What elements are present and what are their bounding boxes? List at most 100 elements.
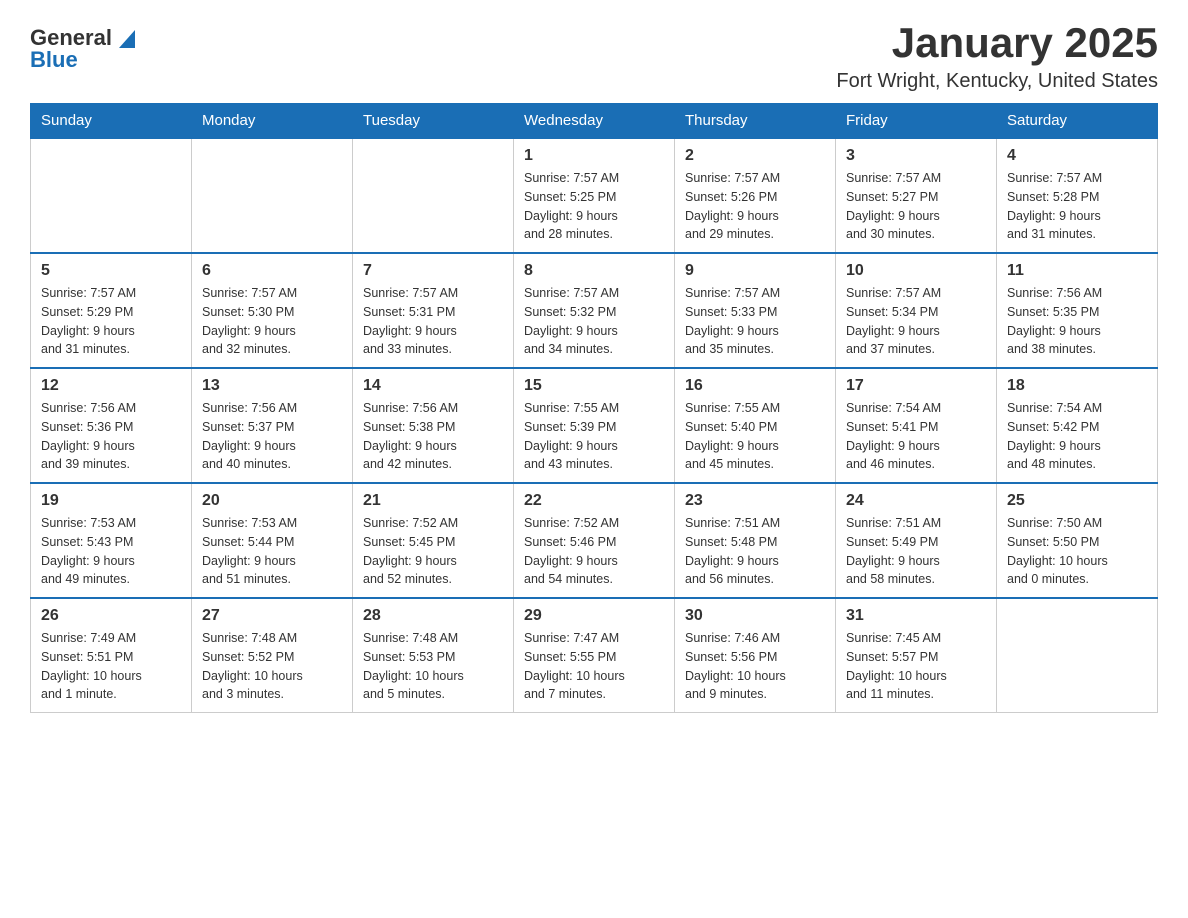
weekday-header: Sunday bbox=[31, 104, 192, 139]
calendar-cell: 15Sunrise: 7:55 AM Sunset: 5:39 PM Dayli… bbox=[514, 368, 675, 483]
calendar-cell: 22 Sunrise: 7:52 AM Sunset: 5:46 PM Dayli… bbox=[514, 483, 675, 598]
day-info: Sunrise: 7:54 AM Sunset: 5:41 PM Dayligh… bbox=[846, 399, 986, 474]
calendar-cell: 6 Sunrise: 7:57 AM Sunset: 5:30 PM Daylig… bbox=[192, 253, 353, 368]
weekday-header: Saturday bbox=[997, 104, 1158, 139]
calendar-week-row: 1 Sunrise: 7:57 AM Sunset: 5:25 PM Daylig… bbox=[31, 138, 1158, 253]
day-info: Sunrise: 7:52 AM Sunset: 5:45 PM Dayligh… bbox=[363, 514, 503, 589]
calendar-cell: 5Sunrise: 7:57 AM Sunset: 5:29 PM Daylig… bbox=[31, 253, 192, 368]
day-number: 12 bbox=[41, 377, 181, 395]
calendar-cell: 17 Sunrise: 7:54 AM Sunset: 5:41 PM Dayli… bbox=[836, 368, 997, 483]
calendar-week-row: 5Sunrise: 7:57 AM Sunset: 5:29 PM Daylig… bbox=[31, 253, 1158, 368]
weekday-header: Tuesday bbox=[353, 104, 514, 139]
calendar-cell bbox=[31, 138, 192, 253]
calendar-cell: 25Sunrise: 7:50 AM Sunset: 5:50 PM Dayli… bbox=[997, 483, 1158, 598]
calendar-cell: 31 Sunrise: 7:45 AM Sunset: 5:57 PM Dayli… bbox=[836, 598, 997, 713]
calendar-cell: 10Sunrise: 7:57 AM Sunset: 5:34 PM Dayli… bbox=[836, 253, 997, 368]
day-info: Sunrise: 7:57 AM Sunset: 5:26 PM Dayligh… bbox=[685, 169, 825, 244]
day-info: Sunrise: 7:57 AM Sunset: 5:33 PM Dayligh… bbox=[685, 284, 825, 359]
day-number: 14 bbox=[363, 377, 503, 395]
day-info: Sunrise: 7:56 AM Sunset: 5:35 PM Dayligh… bbox=[1007, 284, 1147, 359]
day-number: 21 bbox=[363, 492, 503, 510]
day-number: 2 bbox=[685, 147, 825, 165]
calendar-body: 1 Sunrise: 7:57 AM Sunset: 5:25 PM Daylig… bbox=[31, 138, 1158, 713]
calendar-cell: 12 Sunrise: 7:56 AM Sunset: 5:36 PM Dayli… bbox=[31, 368, 192, 483]
weekday-header: Monday bbox=[192, 104, 353, 139]
calendar-week-row: 19Sunrise: 7:53 AM Sunset: 5:43 PM Dayli… bbox=[31, 483, 1158, 598]
weekday-header: Friday bbox=[836, 104, 997, 139]
day-info: Sunrise: 7:48 AM Sunset: 5:53 PM Dayligh… bbox=[363, 629, 503, 704]
day-number: 30 bbox=[685, 607, 825, 625]
page-header: General Blue January 2025 Fort Wright, K… bbox=[30, 20, 1158, 93]
day-info: Sunrise: 7:57 AM Sunset: 5:30 PM Dayligh… bbox=[202, 284, 342, 359]
logo-general-text: General Blue bbox=[30, 25, 136, 73]
day-info: Sunrise: 7:53 AM Sunset: 5:44 PM Dayligh… bbox=[202, 514, 342, 589]
day-number: 22 bbox=[524, 492, 664, 510]
day-number: 27 bbox=[202, 607, 342, 625]
day-info: Sunrise: 7:57 AM Sunset: 5:28 PM Dayligh… bbox=[1007, 169, 1147, 244]
calendar-cell: 28 Sunrise: 7:48 AM Sunset: 5:53 PM Dayli… bbox=[353, 598, 514, 713]
day-number: 11 bbox=[1007, 262, 1147, 280]
day-info: Sunrise: 7:48 AM Sunset: 5:52 PM Dayligh… bbox=[202, 629, 342, 704]
day-info: Sunrise: 7:51 AM Sunset: 5:49 PM Dayligh… bbox=[846, 514, 986, 589]
day-info: Sunrise: 7:57 AM Sunset: 5:25 PM Dayligh… bbox=[524, 169, 664, 244]
day-number: 25 bbox=[1007, 492, 1147, 510]
calendar-cell: 14Sunrise: 7:56 AM Sunset: 5:38 PM Dayli… bbox=[353, 368, 514, 483]
calendar-week-row: 12 Sunrise: 7:56 AM Sunset: 5:36 PM Dayli… bbox=[31, 368, 1158, 483]
day-number: 4 bbox=[1007, 147, 1147, 165]
day-number: 20 bbox=[202, 492, 342, 510]
calendar-cell: 19Sunrise: 7:53 AM Sunset: 5:43 PM Dayli… bbox=[31, 483, 192, 598]
day-info: Sunrise: 7:46 AM Sunset: 5:56 PM Dayligh… bbox=[685, 629, 825, 704]
weekday-row: SundayMondayTuesdayWednesdayThursdayFrid… bbox=[31, 104, 1158, 139]
calendar-cell: 23 Sunrise: 7:51 AM Sunset: 5:48 PM Dayli… bbox=[675, 483, 836, 598]
day-info: Sunrise: 7:52 AM Sunset: 5:46 PM Dayligh… bbox=[524, 514, 664, 589]
day-number: 23 bbox=[685, 492, 825, 510]
calendar-cell: 27 Sunrise: 7:48 AM Sunset: 5:52 PM Dayli… bbox=[192, 598, 353, 713]
calendar-cell: 11 Sunrise: 7:56 AM Sunset: 5:35 PM Dayli… bbox=[997, 253, 1158, 368]
day-number: 6 bbox=[202, 262, 342, 280]
day-info: Sunrise: 7:54 AM Sunset: 5:42 PM Dayligh… bbox=[1007, 399, 1147, 474]
day-number: 3 bbox=[846, 147, 986, 165]
calendar-cell: 4 Sunrise: 7:57 AM Sunset: 5:28 PM Daylig… bbox=[997, 138, 1158, 253]
calendar-header: SundayMondayTuesdayWednesdayThursdayFrid… bbox=[31, 104, 1158, 139]
day-info: Sunrise: 7:55 AM Sunset: 5:40 PM Dayligh… bbox=[685, 399, 825, 474]
day-info: Sunrise: 7:51 AM Sunset: 5:48 PM Dayligh… bbox=[685, 514, 825, 589]
calendar-cell: 3 Sunrise: 7:57 AM Sunset: 5:27 PM Daylig… bbox=[836, 138, 997, 253]
day-info: Sunrise: 7:57 AM Sunset: 5:34 PM Dayligh… bbox=[846, 284, 986, 359]
calendar-cell: 26Sunrise: 7:49 AM Sunset: 5:51 PM Dayli… bbox=[31, 598, 192, 713]
page-title: January 2025 bbox=[836, 20, 1158, 66]
weekday-header: Wednesday bbox=[514, 104, 675, 139]
day-info: Sunrise: 7:57 AM Sunset: 5:29 PM Dayligh… bbox=[41, 284, 181, 359]
logo-triangle-icon bbox=[119, 30, 135, 48]
title-section: January 2025 Fort Wright, Kentucky, Unit… bbox=[836, 20, 1158, 93]
day-number: 16 bbox=[685, 377, 825, 395]
logo: General Blue bbox=[30, 25, 136, 73]
day-info: Sunrise: 7:47 AM Sunset: 5:55 PM Dayligh… bbox=[524, 629, 664, 704]
calendar-cell: 1 Sunrise: 7:57 AM Sunset: 5:25 PM Daylig… bbox=[514, 138, 675, 253]
day-info: Sunrise: 7:56 AM Sunset: 5:36 PM Dayligh… bbox=[41, 399, 181, 474]
page-subtitle: Fort Wright, Kentucky, United States bbox=[836, 70, 1158, 93]
day-number: 17 bbox=[846, 377, 986, 395]
day-info: Sunrise: 7:45 AM Sunset: 5:57 PM Dayligh… bbox=[846, 629, 986, 704]
day-info: Sunrise: 7:49 AM Sunset: 5:51 PM Dayligh… bbox=[41, 629, 181, 704]
day-number: 7 bbox=[363, 262, 503, 280]
calendar-cell: 18Sunrise: 7:54 AM Sunset: 5:42 PM Dayli… bbox=[997, 368, 1158, 483]
calendar-table: SundayMondayTuesdayWednesdayThursdayFrid… bbox=[30, 103, 1158, 713]
calendar-cell: 30 Sunrise: 7:46 AM Sunset: 5:56 PM Dayli… bbox=[675, 598, 836, 713]
day-info: Sunrise: 7:56 AM Sunset: 5:37 PM Dayligh… bbox=[202, 399, 342, 474]
day-number: 13 bbox=[202, 377, 342, 395]
calendar-cell: 2 Sunrise: 7:57 AM Sunset: 5:26 PM Daylig… bbox=[675, 138, 836, 253]
calendar-cell: 20 Sunrise: 7:53 AM Sunset: 5:44 PM Dayli… bbox=[192, 483, 353, 598]
day-number: 24 bbox=[846, 492, 986, 510]
calendar-cell: 24 Sunrise: 7:51 AM Sunset: 5:49 PM Dayli… bbox=[836, 483, 997, 598]
calendar-cell: 29 Sunrise: 7:47 AM Sunset: 5:55 PM Dayli… bbox=[514, 598, 675, 713]
day-number: 31 bbox=[846, 607, 986, 625]
day-info: Sunrise: 7:57 AM Sunset: 5:27 PM Dayligh… bbox=[846, 169, 986, 244]
day-info: Sunrise: 7:57 AM Sunset: 5:31 PM Dayligh… bbox=[363, 284, 503, 359]
day-number: 15 bbox=[524, 377, 664, 395]
day-info: Sunrise: 7:57 AM Sunset: 5:32 PM Dayligh… bbox=[524, 284, 664, 359]
day-number: 1 bbox=[524, 147, 664, 165]
calendar-cell bbox=[192, 138, 353, 253]
day-number: 29 bbox=[524, 607, 664, 625]
day-number: 28 bbox=[363, 607, 503, 625]
calendar-cell bbox=[353, 138, 514, 253]
